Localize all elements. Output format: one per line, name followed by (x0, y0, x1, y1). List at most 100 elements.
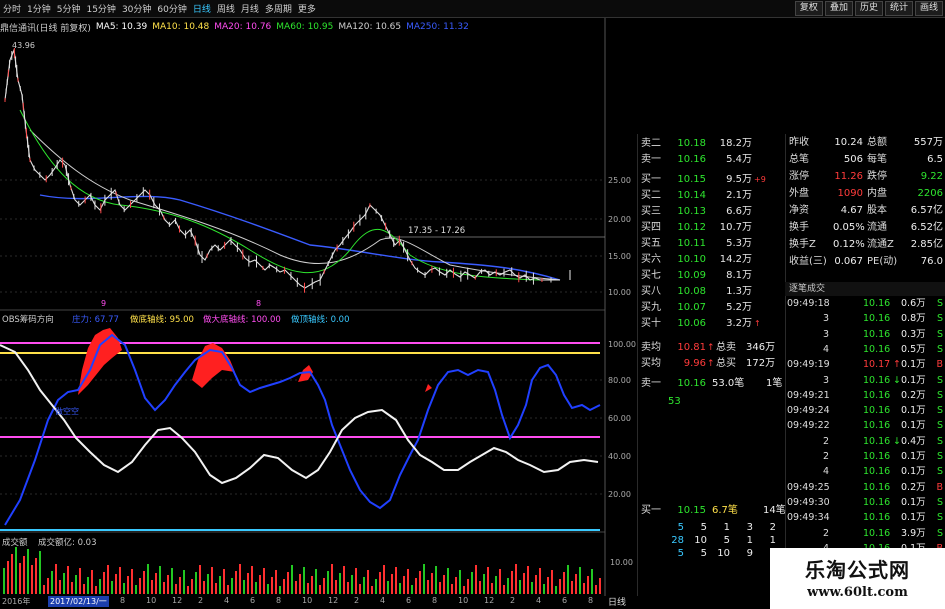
tick-time: 09:49:30 (787, 496, 830, 508)
order-book-row[interactable]: 买八 10.08 1.3万 (638, 284, 785, 300)
volume-name[interactable]: 成交额 (2, 537, 28, 548)
tick-row[interactable]: 2 10.16 0.1万 S (785, 450, 945, 464)
info-label: PE(动) (867, 256, 898, 267)
toolbar-button[interactable]: 历史 (854, 1, 883, 16)
volume-bar (7, 561, 9, 594)
order-book-row[interactable]: 买五 10.11 5.3万 (638, 236, 785, 252)
volume-bar (411, 585, 413, 594)
tick-row[interactable]: 2 10.16 3.9万 S (785, 527, 945, 541)
tick-price: 10.16 (863, 496, 891, 508)
info-value: 4.67 (840, 205, 863, 216)
period-tab[interactable]: 更多 (295, 2, 319, 15)
tick-row[interactable]: 09:49:24 10.16 0.1万 S (785, 404, 945, 418)
toolbar-button[interactable]: 复权 (794, 1, 823, 16)
volume-bar (339, 573, 341, 594)
order-book-row[interactable]: 买二 10.14 2.1万 (638, 188, 785, 204)
indicator-axis-label: 80.00 (608, 376, 631, 385)
order-book-row[interactable]: 卖一 10.16 5.4万 (638, 152, 785, 168)
red-signal-area (425, 384, 432, 392)
volume-bar (307, 583, 309, 594)
order-book-row[interactable]: 买三 10.13 6.6万 (638, 204, 785, 220)
volume-bar (499, 569, 501, 594)
tick-row[interactable]: 3 10.16 0.3万 S (785, 328, 945, 342)
ma-legend-item: MA20: 10.76 (214, 22, 272, 32)
volume-bar (135, 585, 137, 594)
order-book-total-label: 总卖 (716, 342, 736, 353)
period-tab[interactable]: 多周期 (262, 2, 295, 15)
order-book-row[interactable]: 买十 10.06 3.2万 ↑ (638, 316, 785, 332)
site-watermark: 乐淘公式网 www.60lt.com (770, 548, 945, 609)
info-label: 流通 (867, 222, 887, 233)
period-tab[interactable]: 60分钟 (154, 2, 189, 15)
period-tab-footer[interactable]: 日线 (608, 595, 626, 608)
volume-bar (207, 574, 209, 594)
queue-cell: 9 (746, 548, 753, 559)
info-row: 外盘 1090 内盘 2206 (785, 185, 945, 202)
tick-row[interactable]: 4 10.16 0.1万 S (785, 465, 945, 479)
order-book-volume: 2.1万 (726, 190, 752, 201)
order-book-row[interactable]: 卖二 10.18 18.2万 (638, 136, 785, 152)
toolbar-button[interactable]: 画线 (914, 1, 943, 16)
tick-row[interactable]: 09:49:18 10.16 0.6万 S (785, 297, 945, 311)
tick-row[interactable]: 2 10.16 ↓ 0.4万 S (785, 435, 945, 449)
tick-arrow: ↓ (893, 374, 901, 386)
period-tab[interactable]: 分时 (0, 2, 24, 15)
date-tick: 12 (172, 596, 183, 605)
tick-row[interactable]: 3 10.16 0.8万 S (785, 312, 945, 326)
date-tick: 2 (354, 596, 360, 605)
info-value: 11.26 (834, 171, 863, 182)
order-book-mark: +9 (754, 175, 766, 184)
tick-price: 10.16 (863, 527, 891, 539)
order-book-mark: ↑ (754, 319, 761, 328)
tick-price: 10.17 (863, 359, 891, 371)
volume-bar (495, 576, 497, 594)
tick-row[interactable]: 3 10.16 ↓ 0.1万 S (785, 374, 945, 388)
info-label: 换手 (789, 222, 809, 233)
period-tab[interactable]: 5分钟 (54, 2, 84, 15)
volume-bar (523, 573, 525, 594)
tick-row[interactable]: 09:49:34 10.16 0.1万 S (785, 511, 945, 525)
toolbar-button[interactable]: 叠加 (824, 1, 853, 16)
toolbar-button[interactable]: 统计 (884, 1, 913, 16)
date-tick: 6 (562, 596, 568, 605)
price-line (4, 47, 560, 289)
order-book-volume: 8.1万 (726, 270, 752, 281)
info-row: 总笔 506 每笔 6.5 (785, 151, 945, 168)
indicator-inner-label: 做空空 (55, 406, 79, 416)
date-first: 2016年 (2, 597, 31, 606)
order-book-row[interactable]: 买七 10.09 8.1万 (638, 268, 785, 284)
ma-legend-item: MA250: 11.32 (406, 22, 469, 32)
period-tab[interactable]: 日线 (190, 2, 214, 15)
tick-row[interactable]: 09:49:25 10.16 0.2万 B (785, 481, 945, 495)
indicator-name[interactable]: OBS筹码方向 (2, 314, 54, 325)
volume-bar (451, 584, 453, 594)
indicator-axis-label: 100.00 (608, 340, 636, 349)
order-book-row[interactable]: 买六 10.10 14.2万 (638, 252, 785, 268)
volume-bar (471, 572, 473, 594)
volume-bar (423, 564, 425, 594)
period-tab[interactable]: 周线 (214, 2, 238, 15)
tick-row[interactable]: 09:49:19 10.17 ↑ 0.1万 B (785, 358, 945, 372)
tick-row[interactable]: 09:49:22 10.16 0.1万 S (785, 419, 945, 433)
period-tab[interactable]: 15分钟 (83, 2, 118, 15)
period-tab[interactable]: 1分钟 (24, 2, 54, 15)
period-tab[interactable]: 月线 (238, 2, 262, 15)
tick-row[interactable]: 09:49:30 10.16 0.1万 S (785, 496, 945, 510)
order-book-row[interactable]: 买四 10.12 10.7万 (638, 220, 785, 236)
volume-bar (259, 575, 261, 594)
date-selected[interactable]: 2017/02/13/一 (48, 596, 109, 607)
order-book-row[interactable]: 买九 10.07 5.2万 (638, 300, 785, 316)
volume-bar (243, 580, 245, 594)
queue-cell: 10 (717, 548, 730, 559)
date-tick: 8 (120, 596, 126, 605)
tick-row[interactable]: 4 10.16 0.5万 S (785, 343, 945, 357)
tick-volume: 0.8万 (901, 313, 926, 325)
period-tab[interactable]: 30分钟 (119, 2, 154, 15)
volume-bar (219, 576, 221, 594)
volume-bar (211, 567, 213, 594)
info-label: 股本 (867, 205, 887, 216)
order-book-row[interactable]: 买一 10.15 9.5万 +9 (638, 172, 785, 188)
tick-row[interactable]: 09:49:21 10.16 0.2万 S (785, 389, 945, 403)
watermark-title: 乐淘公式网 (805, 558, 910, 582)
order-book-label: 卖二 (641, 138, 661, 149)
